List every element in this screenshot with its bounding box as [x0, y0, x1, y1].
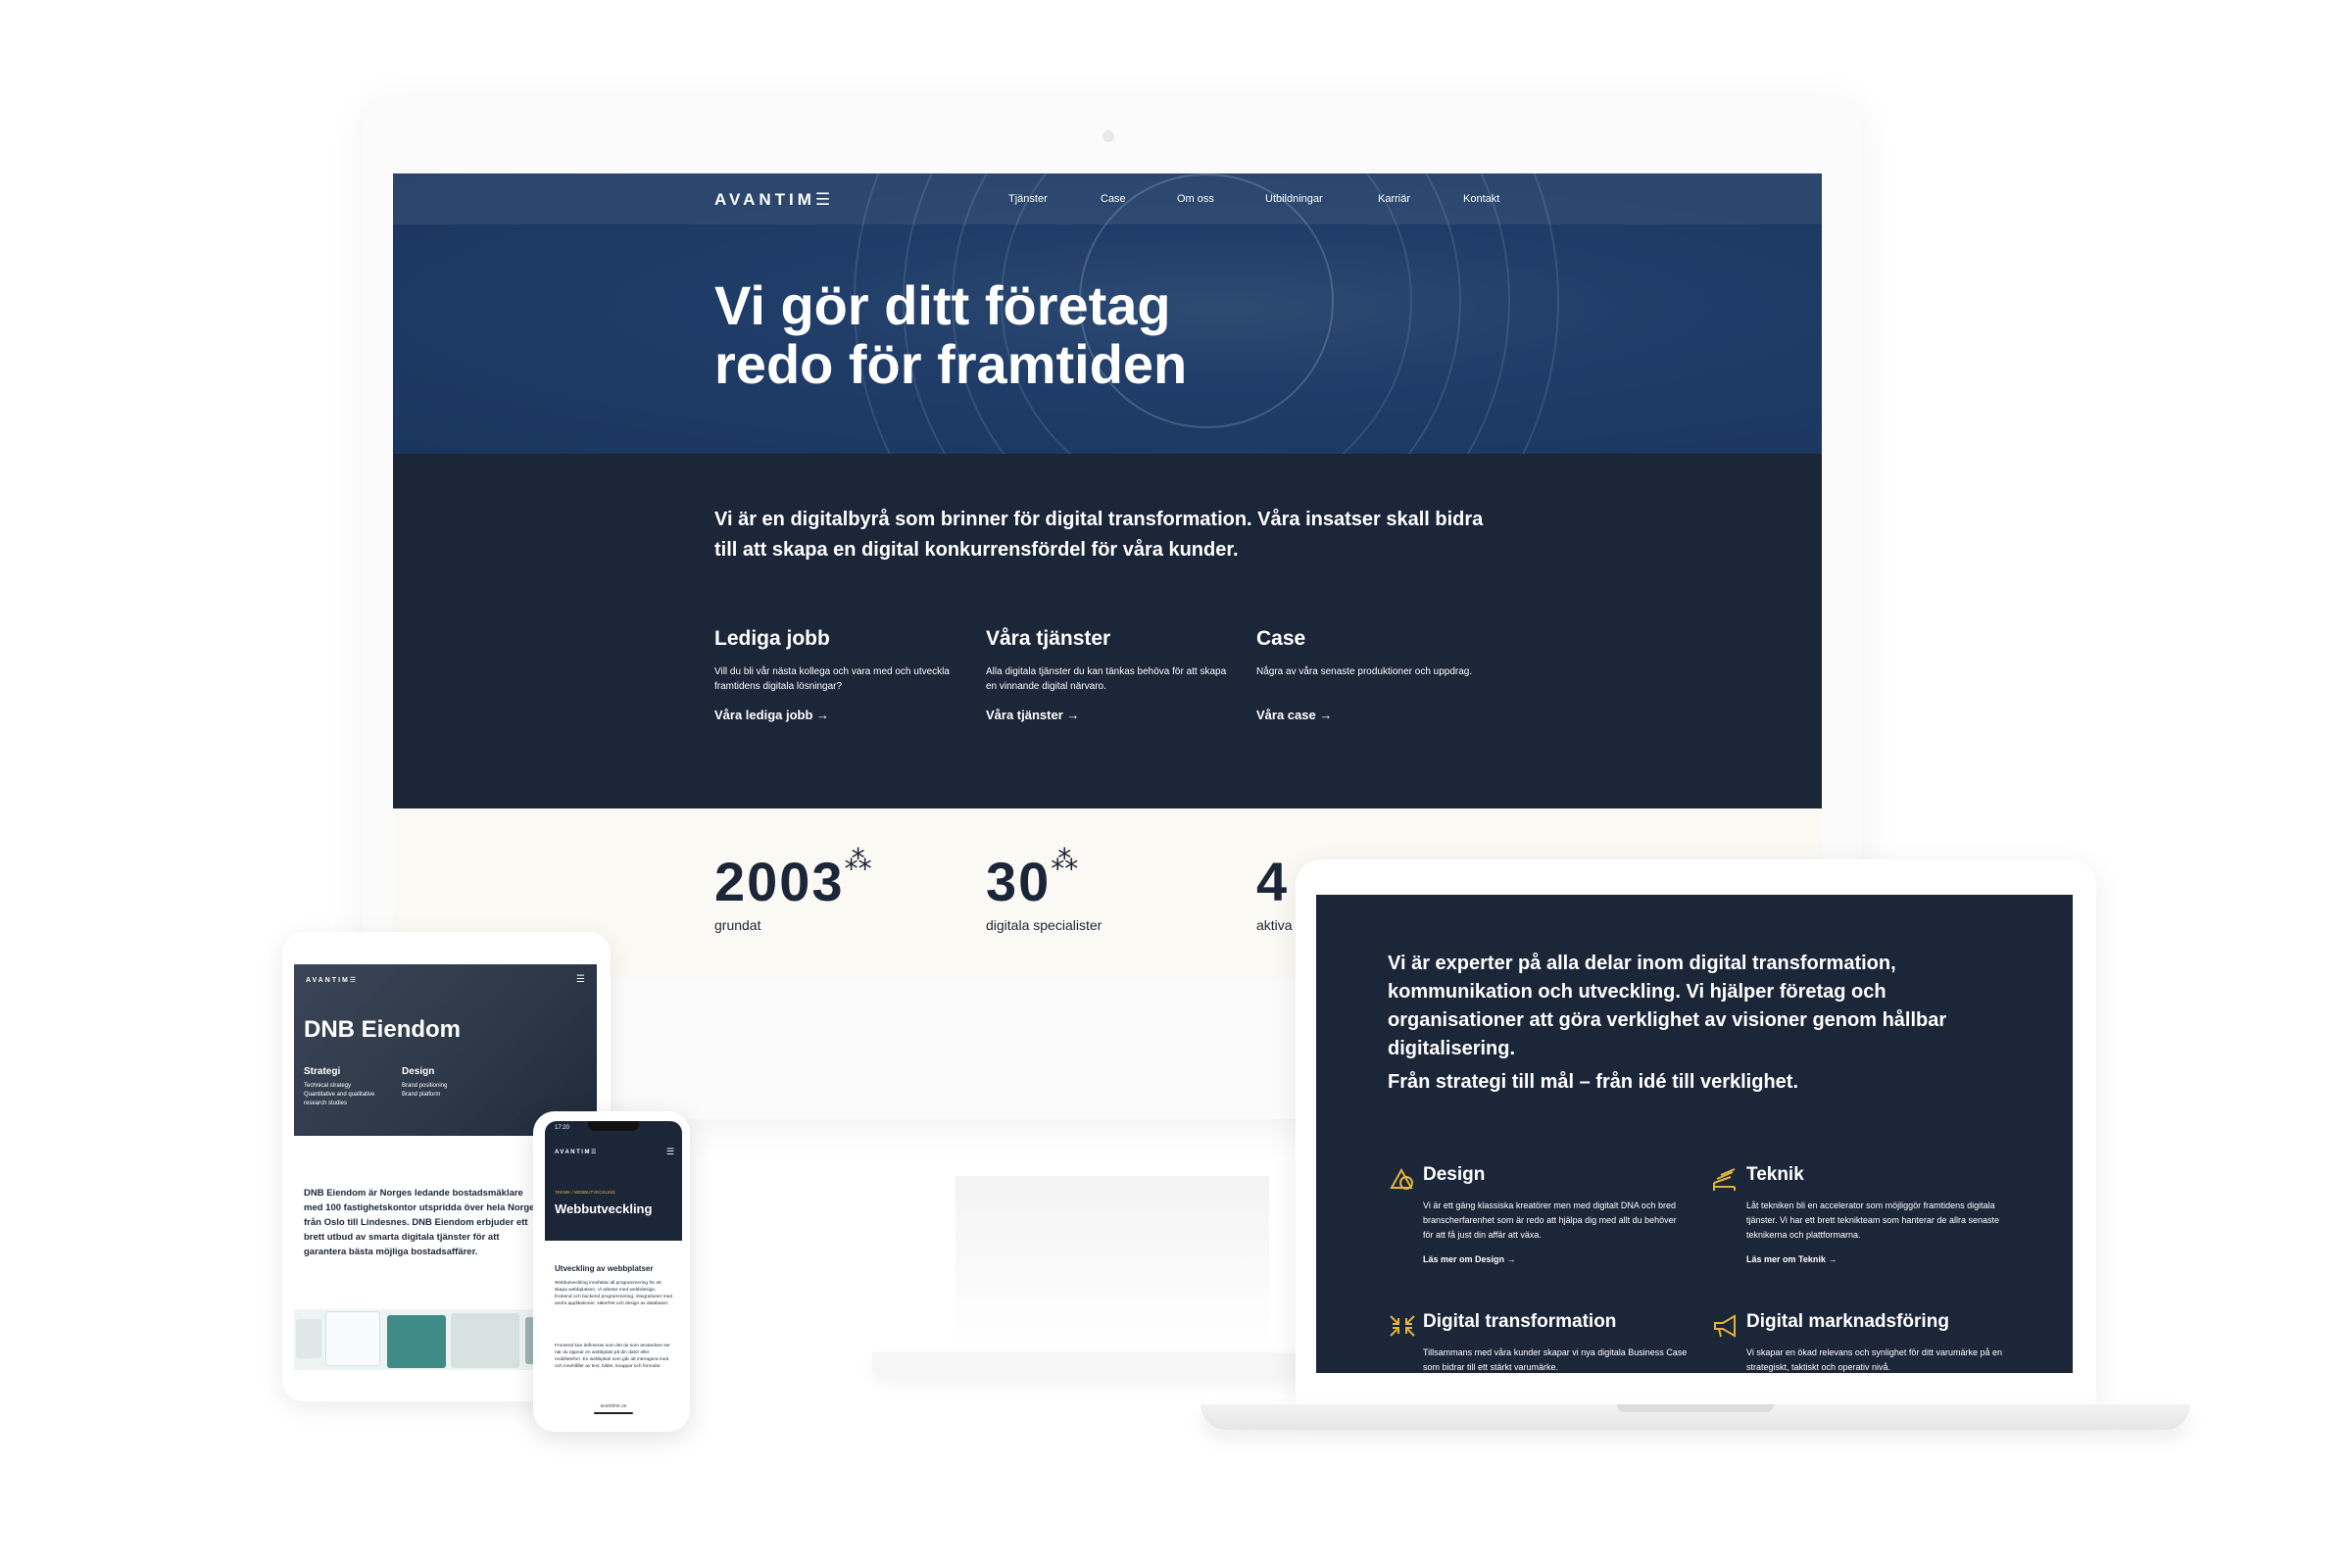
service-title: Digital transformation [1423, 1311, 1617, 1332]
stat-number: 30 [986, 851, 1052, 912]
nav-item-om-oss[interactable]: Om oss [1177, 193, 1214, 205]
address-bar-url[interactable]: avantime.se [545, 1403, 682, 1409]
hero-title: Vi gör ditt företag redo för framtiden [714, 276, 1302, 394]
asterism-icon: ⁂ [1051, 845, 1079, 875]
case-description: DNB Eiendom är Norges ledande bostadsmäk… [304, 1188, 535, 1257]
column-vara-tjanster: Våra tjänster Alla digitala tjänster du … [986, 627, 1231, 722]
breadcrumb[interactable]: TEKNIK / WEBBUTVECKLING [555, 1190, 615, 1195]
stat-label: grundat [714, 917, 761, 933]
laptop-screen: Vi är experter på alla delar inom digita… [1316, 895, 2073, 1373]
teknik-read-more-link[interactable]: Läs mer om Teknik → [1746, 1254, 1837, 1264]
monitor-camera [1102, 130, 1114, 142]
column-case: Case Några av våra senaste produktioner … [1256, 627, 1501, 722]
column-title: Våra tjänster [986, 627, 1111, 650]
stack-icon [1713, 1168, 1736, 1191]
phone-hero: AVANTIM☰ ☰ TEKNIK / WEBBUTVECKLING Webbu… [545, 1137, 682, 1241]
stat-active: 4 aktiva [1256, 850, 1293, 933]
sub-heading: Design [402, 1066, 435, 1077]
nav-item-karriar[interactable]: Karriär [1378, 193, 1410, 205]
service-text: Låt tekniken bli en accelerator som möjl… [1746, 1200, 1999, 1240]
lediga-jobb-link[interactable]: Våra lediga jobb → [714, 708, 959, 722]
paragraph: Frontend kan definieras som det du som a… [555, 1344, 670, 1369]
service-title: Digital marknadsföring [1746, 1311, 1949, 1332]
service-title: Teknik [1746, 1164, 1804, 1185]
laptop-notch [1617, 1404, 1774, 1412]
hero-title-line-2: redo för framtiden [714, 333, 1188, 395]
sub-desc: Technical strategy Quantitative and qual… [304, 1083, 375, 1106]
sub-desc: Brand positioning Brand platform [402, 1083, 448, 1098]
vara-case-link[interactable]: Våra case → [1256, 708, 1501, 722]
column-text: Vill du bli vår nästa kollega och vara m… [714, 666, 950, 692]
vara-tjanster-link[interactable]: Våra tjänster → [986, 708, 1231, 722]
case-title: DNB Eiendom [304, 1016, 462, 1043]
hero-section: AVANTIM☰ Tjänster Case Om oss Utbildning… [393, 173, 1822, 454]
service-text: Vi skapar en ökad relevans och synlighet… [1746, 1348, 2002, 1372]
service-title: Design [1423, 1164, 1486, 1185]
nav-item-kontakt[interactable]: Kontakt [1463, 193, 1499, 205]
design-read-more-link[interactable]: Läs mer om Design → [1423, 1254, 1516, 1264]
laptop-tagline: Från strategi till mål – från idé till v… [1388, 1071, 1799, 1093]
status-time: 17:20 [555, 1125, 570, 1131]
phone-notch [588, 1121, 639, 1131]
service-text: Vi är ett gäng klassiska kreatörer men m… [1423, 1200, 1677, 1240]
stat-founded: 2003⁂ grundat [714, 845, 872, 933]
avantime-logo[interactable]: AVANTIM☰ [714, 190, 834, 210]
column-lediga-jobb: Lediga jobb Vill du bli vår nästa kolleg… [714, 627, 959, 722]
megaphone-icon [1714, 1314, 1736, 1338]
page-title: Webbutveckling [555, 1201, 653, 1216]
nav-item-tjanster[interactable]: Tjänster [1008, 193, 1048, 205]
hamburger-menu-icon[interactable]: ☰ [576, 974, 585, 985]
case-strategi: Strategi Technical strategy Quantitative… [304, 1066, 374, 1108]
intro-section: Vi är en digitalbyrå som brinner för dig… [393, 454, 1822, 808]
sub-heading: Strategi [304, 1066, 341, 1077]
nav-item-case[interactable]: Case [1101, 193, 1126, 205]
paragraph: Webbutveckling innefattar all programmer… [555, 1281, 672, 1306]
monitor-stand [956, 1176, 1269, 1352]
column-text: Alla digitala tjänster du kan tänkas beh… [986, 666, 1227, 692]
monitor-base [872, 1352, 1333, 1378]
column-text: Några av våra senaste produktioner och u… [1256, 666, 1473, 677]
stat-label: digitala specialister [986, 917, 1102, 933]
avantime-logo[interactable]: AVANTIM☰ [555, 1149, 598, 1155]
laptop-intro-text: Vi är experter på alla delar inom digita… [1388, 953, 1947, 1059]
top-navigation: AVANTIM☰ Tjänster Case Om oss Utbildning… [393, 173, 1822, 224]
device-mockup-stage: AVANTIM☰ Tjänster Case Om oss Utbildning… [0, 0, 2352, 1568]
case-design: Design Brand positioning Brand platform [402, 1066, 447, 1100]
shapes-icon [1390, 1167, 1413, 1190]
stat-number: 4 [1256, 851, 1290, 912]
phone-screen: 17:20 AVANTIM☰ ☰ TEKNIK / WEBBUTVECKLING… [545, 1121, 682, 1420]
hero-title-line-1: Vi gör ditt företag [714, 274, 1171, 336]
tablet-hero: AVANTIM☰ ☰ DNB Eiendom Strategi Technica… [294, 964, 597, 1136]
column-title: Lediga jobb [714, 627, 830, 650]
stat-specialists: 30⁂ digitala specialister [986, 845, 1102, 933]
hamburger-menu-icon[interactable]: ☰ [666, 1147, 674, 1157]
column-title: Case [1256, 627, 1306, 650]
home-indicator [594, 1412, 633, 1414]
avantime-logo[interactable]: AVANTIM☰ [306, 976, 358, 984]
stat-label: aktiva [1256, 917, 1293, 933]
monitor-screen: AVANTIM☰ Tjänster Case Om oss Utbildning… [393, 173, 1822, 979]
asterism-icon: ⁂ [844, 845, 872, 875]
section-heading: Utveckling av webbplatser [555, 1264, 654, 1273]
nav-item-utbildningar[interactable]: Utbildningar [1265, 193, 1323, 205]
service-text: Tillsammans med våra kunder skapar vi ny… [1423, 1348, 1688, 1372]
stat-number: 2003 [714, 851, 845, 912]
arrows-in-icon [1390, 1315, 1415, 1337]
intro-text: Vi är en digitalbyrå som brinner för dig… [714, 509, 1484, 561]
